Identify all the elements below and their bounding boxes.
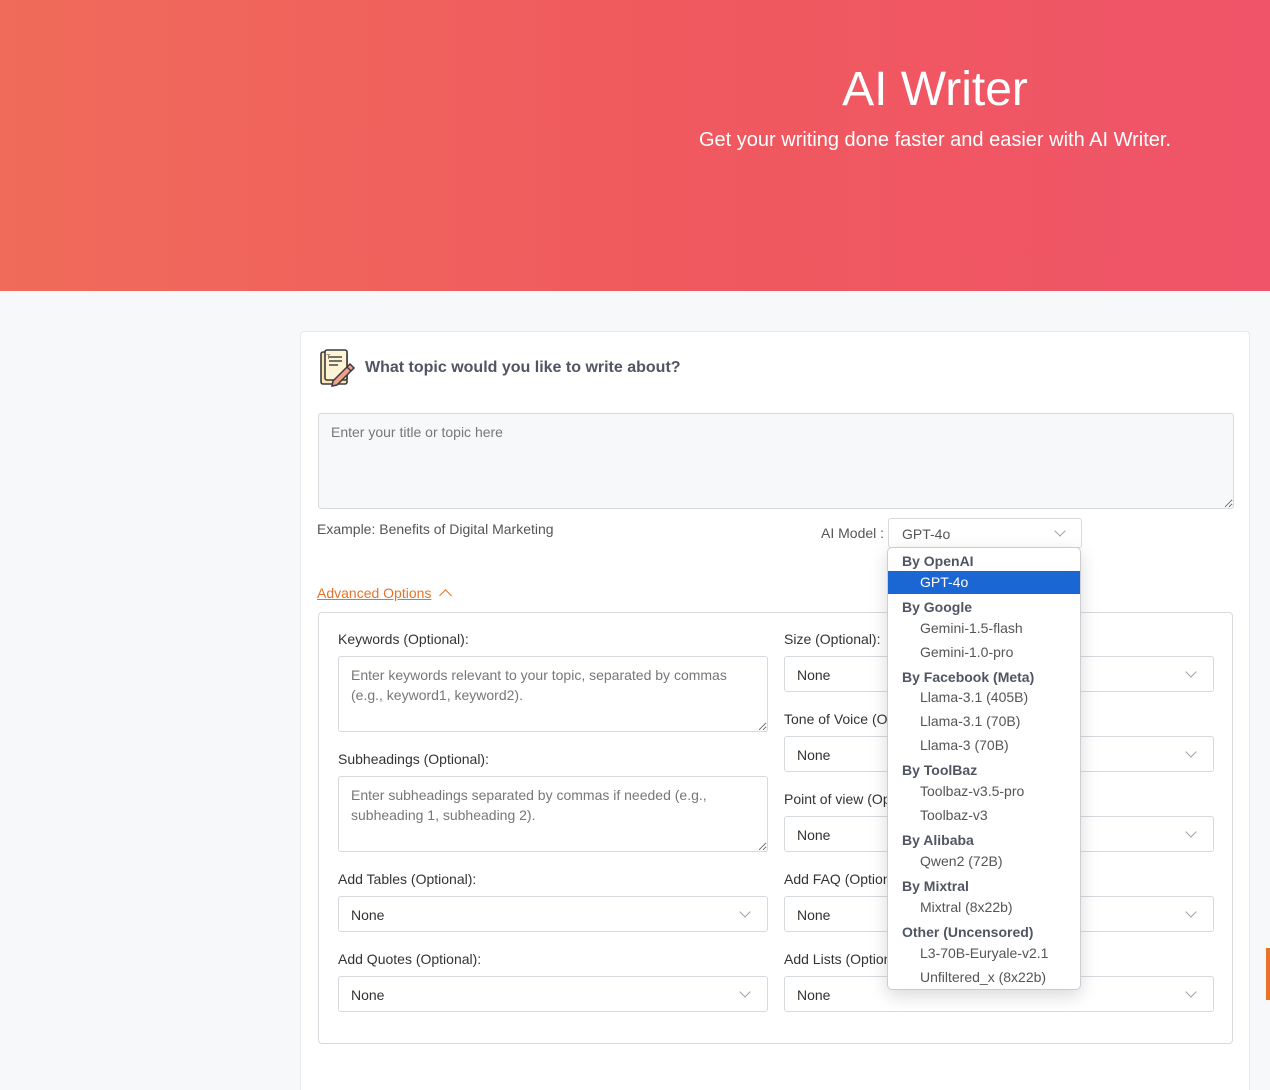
svg-text:T: T	[326, 354, 331, 361]
subheadings-label: Subheadings (Optional):	[338, 751, 489, 767]
chevron-down-icon	[1185, 666, 1197, 678]
tables-select[interactable]: None	[338, 896, 768, 932]
lists-select-value: None	[797, 987, 831, 1003]
chevron-up-icon[interactable]	[439, 589, 452, 602]
dropdown-group-label: By Facebook (Meta)	[902, 669, 1035, 685]
chevron-down-icon	[1185, 826, 1197, 838]
chevron-down-icon	[1185, 906, 1197, 918]
size-label: Size (Optional):	[784, 631, 881, 647]
keywords-input[interactable]	[338, 656, 768, 732]
chevron-down-icon	[1185, 986, 1197, 998]
tables-select-value: None	[351, 907, 385, 923]
dropdown-option[interactable]: Llama-3.1 (70B)	[888, 710, 1080, 733]
quotes-select[interactable]: None	[338, 976, 768, 1012]
dropdown-group-label: By Alibaba	[902, 832, 974, 848]
subheadings-input[interactable]	[338, 776, 768, 852]
chevron-down-icon	[739, 906, 751, 918]
advanced-options-toggle[interactable]: Advanced Options	[317, 585, 431, 601]
size-select-value: None	[797, 667, 831, 683]
dropdown-option[interactable]: L3-70B-Euryale-v2.1	[888, 942, 1080, 965]
quotes-label: Add Quotes (Optional):	[338, 951, 482, 967]
keywords-label: Keywords (Optional):	[338, 631, 469, 647]
ai-model-select[interactable]: GPT-4o	[888, 518, 1082, 548]
dropdown-option[interactable]: Gemini-1.0-pro	[888, 641, 1080, 664]
ai-model-label: AI Model :	[821, 525, 885, 541]
side-feedback-tab[interactable]	[1266, 948, 1270, 1000]
dropdown-option[interactable]: GPT-4o	[888, 571, 1080, 594]
dropdown-option[interactable]: Llama-3.1 (405B)	[888, 686, 1080, 709]
dropdown-option[interactable]: Toolbaz-v3.5-pro	[888, 780, 1080, 803]
topic-input[interactable]	[318, 413, 1234, 509]
writer-form-card: T What topic would you like to write abo…	[300, 331, 1250, 1090]
dropdown-option[interactable]: Qwen2 (72B)	[888, 850, 1080, 873]
ai-model-selected-value: GPT-4o	[902, 526, 951, 542]
dropdown-option[interactable]: Unfiltered_x (8x22b)	[888, 966, 1080, 989]
dropdown-option[interactable]: Llama-3 (70B)	[888, 734, 1080, 757]
quotes-select-value: None	[351, 987, 385, 1003]
chevron-down-icon	[1054, 525, 1066, 537]
dropdown-option[interactable]: Gemini-1.5-flash	[888, 617, 1080, 640]
page-subtitle: Get your writing done faster and easier …	[698, 129, 1172, 151]
ai-model-dropdown-list: By OpenAI GPT-4o By Google Gemini-1.5-fl…	[887, 547, 1081, 990]
topic-question-label: What topic would you like to write about…	[365, 359, 681, 376]
dropdown-option[interactable]: Mixtral (8x22b)	[888, 896, 1080, 919]
dropdown-group-label: By OpenAI	[902, 553, 974, 569]
chevron-down-icon	[1185, 746, 1197, 758]
faq-select-value: None	[797, 907, 831, 923]
tone-select-value: None	[797, 747, 831, 763]
faq-label: Add FAQ (Option	[784, 871, 891, 887]
notepad-pencil-icon: T	[320, 349, 356, 387]
tone-of-voice-label: Tone of Voice (Op	[784, 711, 896, 727]
lists-label: Add Lists (Option	[784, 951, 892, 967]
chevron-down-icon	[739, 986, 751, 998]
point-of-view-label: Point of view (Op	[784, 791, 891, 807]
dropdown-group-label: By Mixtral	[902, 878, 969, 894]
dropdown-option[interactable]: Toolbaz-v3	[888, 804, 1080, 827]
pov-select-value: None	[797, 827, 831, 843]
dropdown-group-label: By ToolBaz	[902, 762, 978, 778]
hero-banner: AI Writer Get your writing done faster a…	[0, 0, 1270, 291]
dropdown-group-label: Other (Uncensored)	[902, 924, 1034, 940]
topic-example-text: Example: Benefits of Digital Marketing	[317, 521, 554, 537]
tables-label: Add Tables (Optional):	[338, 871, 477, 887]
dropdown-group-label: By Google	[902, 599, 973, 615]
page-title: AI Writer	[842, 63, 1028, 116]
advanced-options-panel: Keywords (Optional): Subheadings (Option…	[318, 612, 1233, 1044]
